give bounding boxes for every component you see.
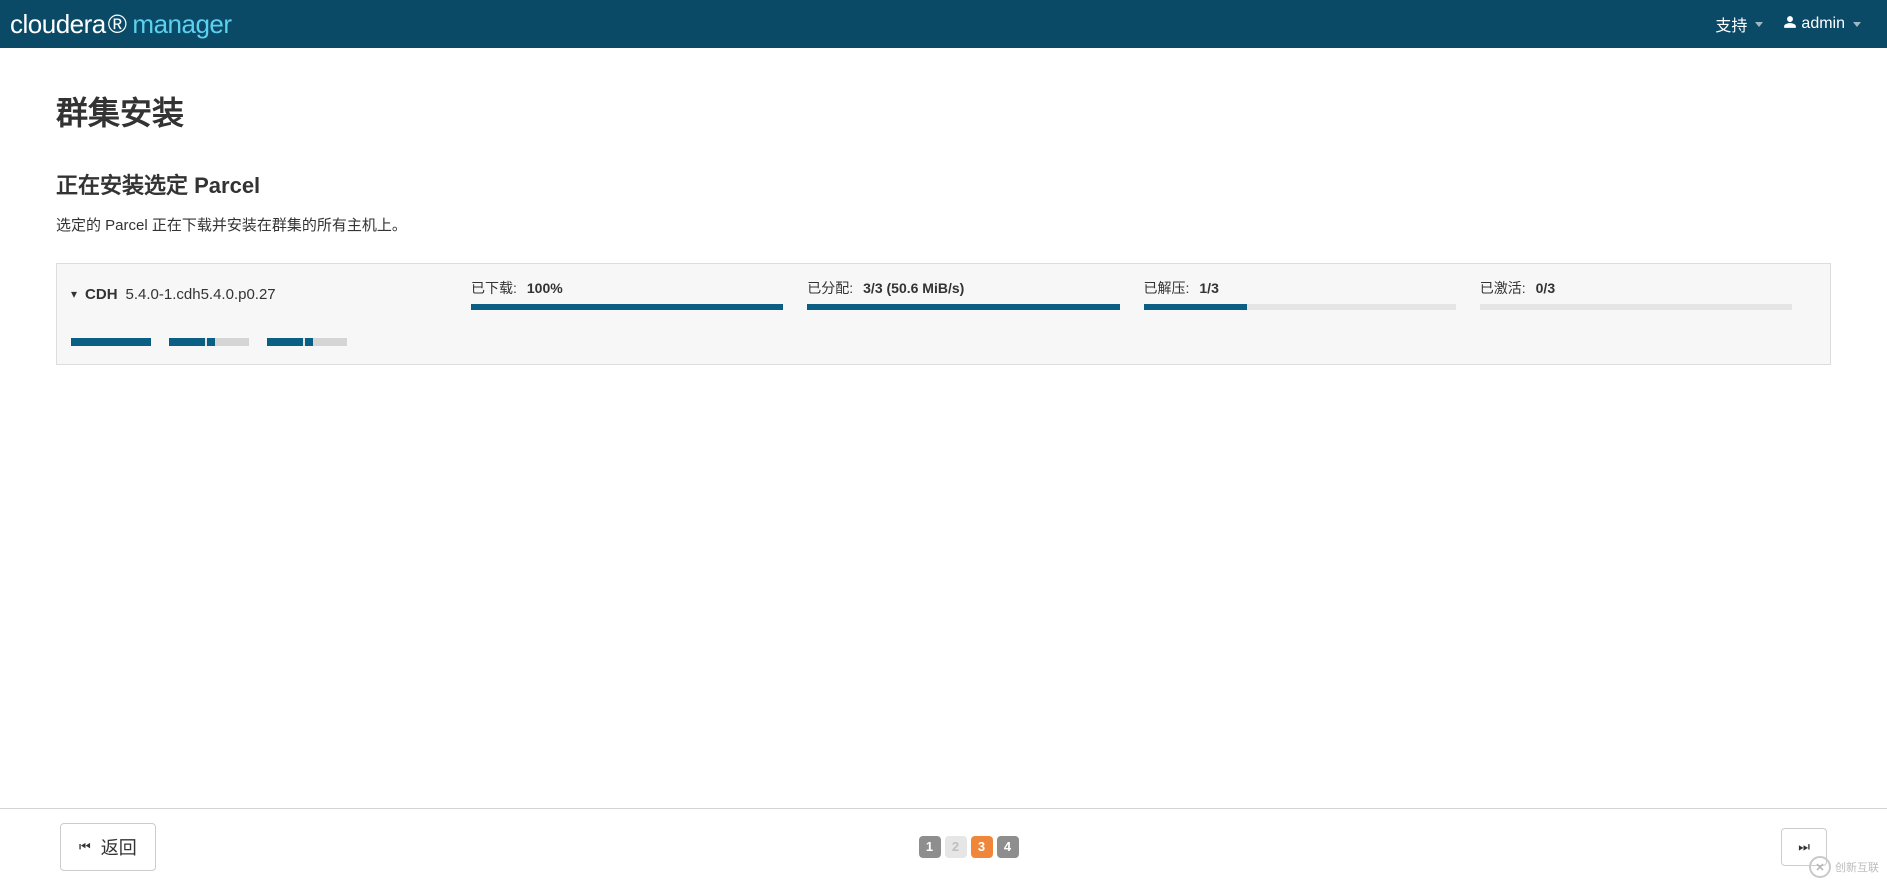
metric-label: 已激活: bbox=[1480, 278, 1526, 298]
metric-value: 100% bbox=[527, 280, 563, 296]
next-button[interactable]: ⏭ bbox=[1781, 828, 1827, 866]
chevron-down-icon bbox=[1755, 22, 1763, 27]
brand-logo[interactable]: cloudera® manager bbox=[10, 9, 232, 40]
wizard-steps: 1234 bbox=[919, 836, 1019, 858]
support-menu[interactable]: 支持 bbox=[1705, 12, 1773, 36]
wizard-step[interactable]: 3 bbox=[971, 836, 993, 858]
host-progress bbox=[267, 338, 347, 346]
wizard-step[interactable]: 1 bbox=[919, 836, 941, 858]
step-first-icon: ⏮ bbox=[79, 839, 91, 855]
per-host-progress-row bbox=[57, 328, 1830, 364]
progress-bar bbox=[471, 304, 783, 310]
wizard-footer: ⏮ 返回 1234 ⏭ bbox=[0, 808, 1887, 884]
progress-bar bbox=[1480, 304, 1792, 310]
progress-fill bbox=[471, 304, 783, 310]
metric-activated: 已激活: 0/3 bbox=[1480, 278, 1816, 310]
wizard-step[interactable]: 2 bbox=[945, 836, 967, 858]
metric-label: 已下载: bbox=[471, 278, 517, 298]
parcel-toggle[interactable]: ▾ CDH 5.4.0-1.cdh5.4.0.p0.27 bbox=[71, 286, 471, 303]
section-title: 正在安装选定 Parcel bbox=[56, 168, 1831, 200]
host-progress bbox=[169, 338, 249, 346]
user-label: admin bbox=[1801, 15, 1845, 33]
back-button[interactable]: ⏮ 返回 bbox=[60, 823, 156, 871]
parcel-header-row: ▾ CDH 5.4.0-1.cdh5.4.0.p0.27 已下载: 100% 已… bbox=[57, 264, 1830, 328]
progress-bar bbox=[1144, 304, 1456, 310]
metric-downloaded: 已下载: 100% bbox=[471, 278, 807, 310]
progress-fill bbox=[1144, 304, 1247, 310]
metric-value: 1/3 bbox=[1199, 280, 1218, 296]
metric-value: 0/3 bbox=[1536, 280, 1555, 296]
user-menu[interactable]: admin bbox=[1773, 15, 1871, 34]
parcel-version: 5.4.0-1.cdh5.4.0.p0.27 bbox=[126, 286, 276, 303]
step-last-icon: ⏭ bbox=[1798, 839, 1810, 855]
support-label: 支持 bbox=[1715, 12, 1747, 36]
chevron-down-icon bbox=[1853, 22, 1861, 27]
metric-value: 3/3 (50.6 MiB/s) bbox=[863, 280, 964, 296]
metric-label: 已分配: bbox=[807, 278, 853, 298]
progress-bar bbox=[807, 304, 1119, 310]
metric-distributed: 已分配: 3/3 (50.6 MiB/s) bbox=[807, 278, 1143, 310]
metric-label: 已解压: bbox=[1144, 278, 1190, 298]
metric-unpacked: 已解压: 1/3 bbox=[1144, 278, 1480, 310]
host-progress bbox=[71, 338, 151, 346]
progress-fill bbox=[807, 304, 1119, 310]
chevron-down-icon: ▾ bbox=[71, 287, 77, 301]
wizard-step[interactable]: 4 bbox=[997, 836, 1019, 858]
brand-manager-text: manager bbox=[132, 9, 231, 40]
top-navbar: cloudera® manager 支持 admin bbox=[0, 0, 1887, 48]
brand-cloudera-text: cloudera bbox=[10, 9, 106, 40]
main-content: 群集安装 正在安装选定 Parcel 选定的 Parcel 正在下载并安装在群集… bbox=[0, 48, 1887, 365]
user-icon bbox=[1783, 15, 1797, 34]
brand-dot: ® bbox=[108, 9, 127, 40]
page-title: 群集安装 bbox=[56, 88, 1831, 134]
section-description: 选定的 Parcel 正在下载并安装在群集的所有主机上。 bbox=[56, 214, 1831, 235]
back-button-label: 返回 bbox=[101, 834, 137, 860]
parcel-panel: ▾ CDH 5.4.0-1.cdh5.4.0.p0.27 已下载: 100% 已… bbox=[56, 263, 1831, 365]
parcel-name: CDH bbox=[85, 286, 118, 303]
